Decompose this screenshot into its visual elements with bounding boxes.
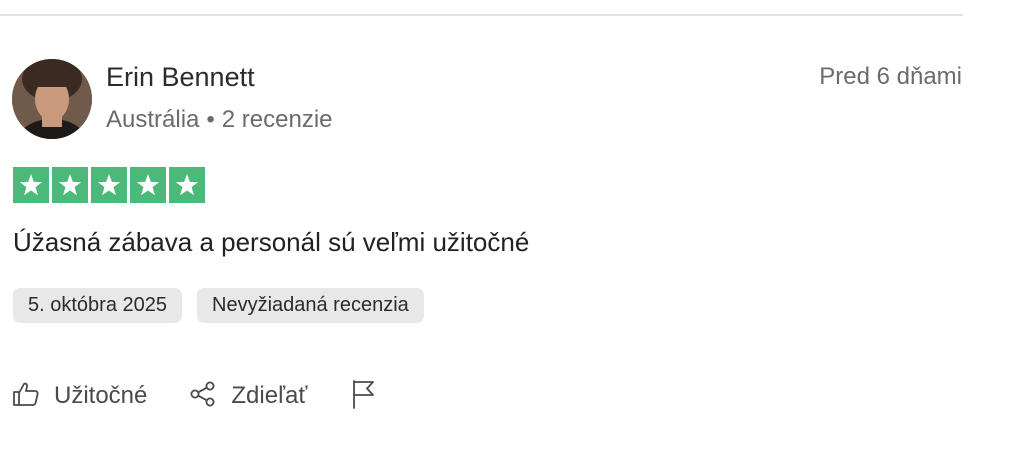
review-relative-date: Pred 6 dňami [819,63,962,90]
review-title[interactable]: Úžasná zábava a personál sú veľmi užitoč… [13,224,529,260]
avatar[interactable] [12,59,92,139]
star-icon [13,167,49,203]
star-icon [52,167,88,203]
share-icon [189,380,217,413]
thumbs-up-icon [12,380,40,413]
top-divider [0,14,963,16]
helpful-label: Užitočné [54,382,148,409]
star-icon [169,167,205,203]
star-icon [91,167,127,203]
meta-separator: • [206,106,215,133]
review-tags: 5. októbra 2025 Nevyžiadaná recenzia [13,288,424,323]
author-country: Austrália [106,106,200,133]
experience-date-tag: 5. októbra 2025 [13,288,182,323]
share-button[interactable]: Zdieľať [189,376,307,416]
helpful-button[interactable]: Užitočné [12,376,147,416]
share-label: Zdieľať [231,382,308,409]
report-button[interactable] [349,376,377,416]
flag-icon [349,379,377,414]
review-card: Erin Bennett Austrália • 2 recenzie Pred 6… [0,0,1024,459]
review-type-tag: Nevyžiadaná recenzia [197,288,424,323]
author-review-count: 2 recenzie [221,106,333,133]
star-rating [13,167,205,203]
review-actions: Užitočné Zdieľať [12,376,377,416]
author-name[interactable]: Erin Bennett [106,60,255,94]
star-icon [130,167,166,203]
author-meta: Austrália • 2 recenzie [106,104,333,136]
